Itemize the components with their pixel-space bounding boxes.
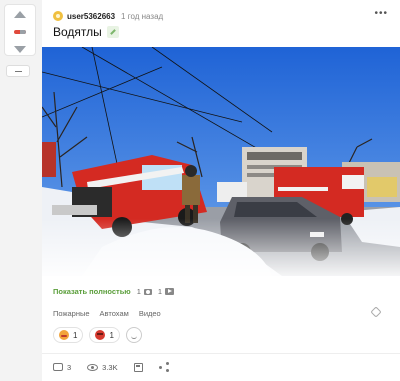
downvote-arrow-icon[interactable] <box>14 46 26 53</box>
views-count: 3.3K <box>102 362 118 372</box>
bookmark-icon <box>133 362 143 372</box>
fire-truck-scene-image <box>42 47 400 276</box>
vote-box <box>4 4 36 56</box>
comment-icon <box>53 363 63 371</box>
post-title-row: Водятлы <box>53 25 119 39</box>
tag-item[interactable]: Пожарные <box>53 309 90 318</box>
eye-icon <box>87 363 99 371</box>
angry-emoji-icon <box>95 330 106 340</box>
tag-icon[interactable] <box>370 306 382 318</box>
tag-item[interactable]: Видео <box>139 309 161 318</box>
save-button[interactable] <box>133 362 143 372</box>
reaction-bar: 1 1 <box>53 327 142 343</box>
tag-list: Пожарные Автохам Видео <box>53 309 161 318</box>
comments-button[interactable]: 3 <box>53 363 71 372</box>
show-more-row: Показать полностью 1 1 <box>53 287 175 296</box>
collapse-button[interactable] <box>6 65 30 77</box>
vote-rail <box>0 0 38 381</box>
edit-icon[interactable] <box>106 26 119 38</box>
upvote-arrow-icon[interactable] <box>14 11 26 18</box>
video-count: 1 <box>157 287 163 296</box>
author-name[interactable]: user5362663 <box>67 12 115 21</box>
reaction-count: 1 <box>109 330 114 340</box>
divider <box>42 353 400 354</box>
share-icon <box>158 362 169 372</box>
post-title[interactable]: Водятлы <box>53 25 102 39</box>
video-icon <box>165 288 175 295</box>
post-card: user5362663 1 год назад ••• Водятлы Пока… <box>42 0 400 381</box>
reaction-count: 1 <box>73 330 78 340</box>
comments-count: 3 <box>67 362 72 372</box>
post-footer: 3 3.3K <box>53 362 185 372</box>
show-full-link[interactable]: Показать полностью <box>53 287 131 296</box>
laugh-emoji-icon <box>59 330 69 340</box>
tag-item[interactable]: Автохам <box>100 309 129 318</box>
more-options-icon[interactable]: ••• <box>374 8 388 19</box>
reaction-angry[interactable]: 1 <box>89 327 120 343</box>
avatar[interactable] <box>53 11 63 21</box>
rating-indicator <box>14 30 26 34</box>
post-time[interactable]: 1 год назад <box>121 12 163 21</box>
photo-count: 1 <box>136 287 141 296</box>
share-button[interactable] <box>158 362 169 372</box>
post-image[interactable] <box>42 47 400 276</box>
post-header: user5362663 1 год назад <box>53 9 163 23</box>
camera-icon <box>143 288 152 295</box>
views-counter: 3.3K <box>87 362 118 372</box>
reaction-laugh[interactable]: 1 <box>53 327 84 343</box>
add-reaction-icon[interactable] <box>125 327 142 343</box>
